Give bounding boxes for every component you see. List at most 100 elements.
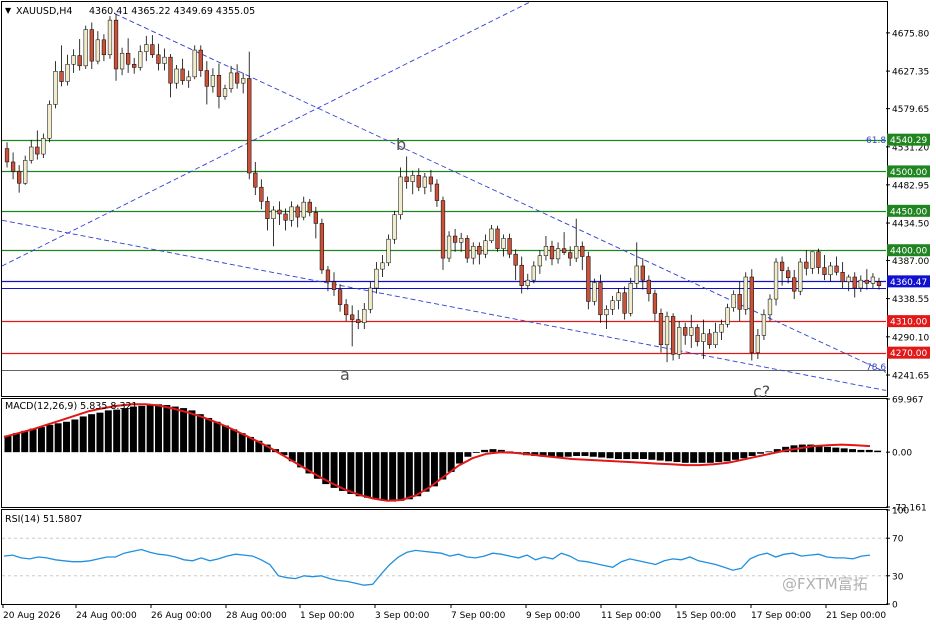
candle-bull: [537, 255, 543, 267]
fib-618-label: 61.8: [866, 136, 886, 146]
candle-bear: [265, 201, 270, 219]
macd-bar: [129, 406, 137, 453]
macd-bar: [171, 406, 179, 453]
candle-bear: [792, 277, 797, 292]
macd-bar: [464, 452, 472, 457]
candle-bear: [622, 292, 627, 314]
candle-bull: [368, 287, 373, 310]
time-tick-label: 9 Sep 00:00: [526, 611, 581, 621]
candle-bull: [186, 76, 191, 82]
candle-bull: [53, 71, 58, 105]
macd-bar: [205, 417, 213, 453]
candle-bear: [434, 183, 440, 201]
macd-bar: [422, 452, 430, 492]
macd-bar: [757, 452, 765, 454]
macd-bar: [88, 414, 96, 453]
candle-bull: [138, 51, 143, 68]
time-tick-label: 28 Aug 00:00: [226, 611, 287, 621]
candle-bear: [247, 78, 252, 174]
candle-bear: [4, 148, 10, 163]
candle-bull: [743, 276, 748, 310]
candle-bear: [59, 71, 64, 82]
macd-bar: [849, 449, 857, 453]
macd-bar: [46, 424, 54, 453]
candle-bull: [459, 238, 464, 243]
macd-bar: [338, 452, 346, 491]
candle-bear: [253, 172, 258, 188]
candle-bull: [719, 324, 724, 333]
macd-bar: [857, 449, 865, 453]
price-tag-label: 4500.00: [890, 168, 927, 178]
candle-bear: [113, 19, 119, 70]
macd-bar: [648, 452, 656, 460]
candle-bull: [483, 240, 488, 255]
candle-bull: [489, 228, 494, 242]
candle-bull: [870, 276, 876, 284]
candle-bear: [416, 175, 421, 188]
candle-bull: [362, 309, 367, 323]
macd-bar: [113, 409, 121, 453]
candle-bull: [107, 19, 113, 56]
candle-bull: [664, 316, 670, 346]
macd-bar: [706, 452, 714, 463]
candle-bear: [561, 248, 567, 253]
symbol-label: XAUUSD,H4: [16, 6, 72, 17]
candle-bull: [422, 176, 427, 188]
candle-bear: [168, 56, 173, 84]
candle-bull: [846, 276, 851, 282]
candle-bull: [392, 214, 397, 240]
macd-bar: [380, 452, 388, 501]
macd-bar: [614, 452, 622, 460]
macd-bar: [355, 452, 363, 497]
price-tick-label: 4241.65: [892, 371, 929, 381]
candle-bull: [592, 282, 597, 302]
time-tick-label: 24 Aug 00:00: [76, 611, 137, 621]
candle-bear: [658, 313, 664, 346]
candle-bear: [337, 289, 343, 305]
candle-bear: [568, 252, 573, 259]
candle-bear: [786, 270, 791, 279]
candle-bear: [307, 201, 312, 213]
chart-canvas[interactable]: 69.9670.00-72.161 10070300 4675.804627.3…: [0, 0, 936, 624]
macd-bar: [180, 408, 188, 453]
candle-bull: [604, 309, 609, 316]
macd-bar: [63, 421, 70, 453]
candle-bull: [144, 44, 149, 52]
candle-bear: [343, 304, 349, 316]
macd-bar: [104, 410, 112, 453]
macd-bar: [640, 452, 647, 460]
macd-bar: [121, 408, 129, 453]
candle-bull: [374, 268, 379, 289]
candle-bull: [471, 246, 476, 259]
macd-bar: [37, 427, 45, 453]
candle-bear: [356, 319, 361, 323]
candle-bull: [725, 307, 730, 325]
candle-bull: [119, 52, 125, 70]
candle-bull: [761, 314, 767, 336]
macd-bar: [823, 446, 831, 453]
candle-bear: [428, 176, 434, 185]
candle-bull: [95, 39, 100, 62]
candle-bear: [737, 294, 742, 310]
macd-bar: [489, 449, 497, 453]
macd-bar: [606, 452, 614, 459]
candle-bull: [380, 262, 385, 270]
candle-bear: [598, 282, 603, 316]
wave-label-a: a: [340, 365, 350, 384]
time-tick-label: 26 Aug 00:00: [151, 611, 212, 621]
time-tick-label: 7 Sep 00:00: [451, 611, 506, 621]
fib-786-label: 78.6: [866, 363, 886, 373]
candle-bull: [701, 333, 706, 342]
price-tag-label: 4360.47: [890, 278, 927, 288]
macd-bar: [397, 452, 405, 501]
ohlc-values: 4360.41 4365.22 4349.69 4355.05: [89, 6, 255, 17]
candle-bull: [228, 72, 234, 89]
price-tick-label: 4482.95: [892, 181, 929, 191]
candle-bull: [731, 294, 736, 308]
candle-bull: [634, 265, 639, 284]
candle-bull: [616, 292, 621, 301]
candle-bull: [574, 246, 579, 259]
candle-bear: [10, 161, 16, 172]
price-tick-label: 4290.10: [892, 333, 929, 343]
candle-bear: [259, 186, 264, 202]
